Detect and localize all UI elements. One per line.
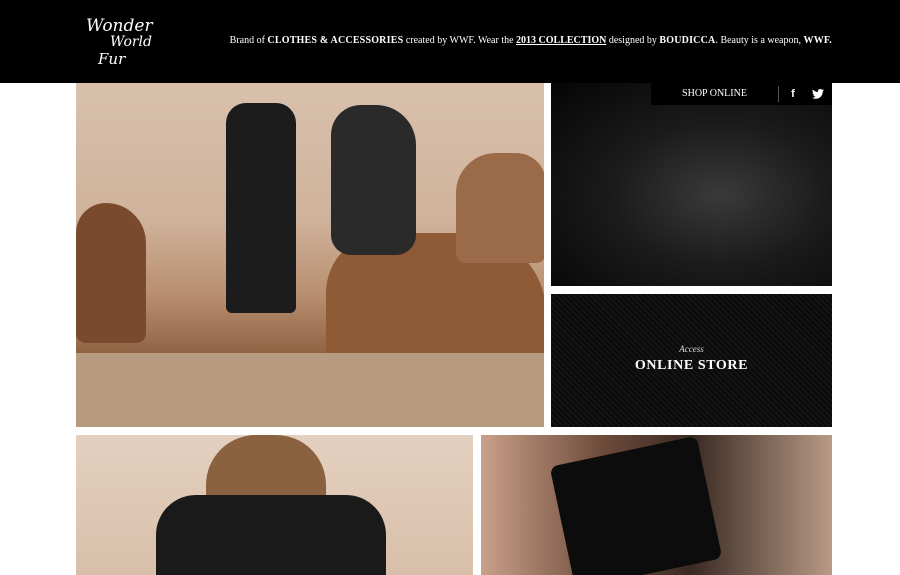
model-figure <box>226 103 296 313</box>
tagline-text-4: . Beauty is a weapon, <box>715 35 804 46</box>
logo-word-3: Fur <box>98 50 126 68</box>
site-header: Wonder World Fur Brand of CLOTHES & ACCE… <box>0 0 900 83</box>
shop-bar: SHOP ONLINE f <box>651 83 832 105</box>
tagline-text-1: Brand of <box>229 35 268 46</box>
alpaca-figure <box>331 105 416 255</box>
twitter-icon[interactable] <box>807 83 829 105</box>
shop-bar-divider <box>778 86 779 102</box>
hero-image-model-with-alpaca[interactable] <box>76 83 544 427</box>
facebook-icon[interactable]: f <box>782 83 804 105</box>
model-coat <box>156 495 386 575</box>
tagline-bold-wwf: WWF. <box>803 35 832 46</box>
store-title[interactable]: ONLINE STORE <box>551 358 832 374</box>
logo-word-1: Wonder <box>86 16 153 36</box>
tagline-bold-designer: BOUDICCA <box>659 35 716 46</box>
brand-tagline: Brand of CLOTHES & ACCESSORIES created b… <box>230 35 832 46</box>
model-portrait-image[interactable] <box>76 435 473 575</box>
rock-left <box>76 203 146 343</box>
tagline-bold-clothes: CLOTHES & ACCESSORIES <box>267 35 404 46</box>
online-store-tile[interactable]: Access ONLINE STORE <box>551 294 832 427</box>
brand-logo[interactable]: Wonder World Fur <box>74 8 154 74</box>
rock-right <box>456 153 544 263</box>
fur-texture-image[interactable] <box>551 83 832 286</box>
ground <box>76 353 544 427</box>
store-access-label: Access <box>679 344 704 354</box>
shop-online-link[interactable]: SHOP ONLINE <box>651 83 778 105</box>
clutch-bag-image[interactable] <box>481 435 832 575</box>
collection-link[interactable]: 2013 COLLECTION <box>516 35 606 46</box>
logo-word-2: World <box>110 34 152 50</box>
clutch-bag <box>549 435 723 575</box>
tagline-text-2: created by WWF. Wear the <box>403 35 517 46</box>
tagline-text-3: designed by <box>606 35 660 46</box>
